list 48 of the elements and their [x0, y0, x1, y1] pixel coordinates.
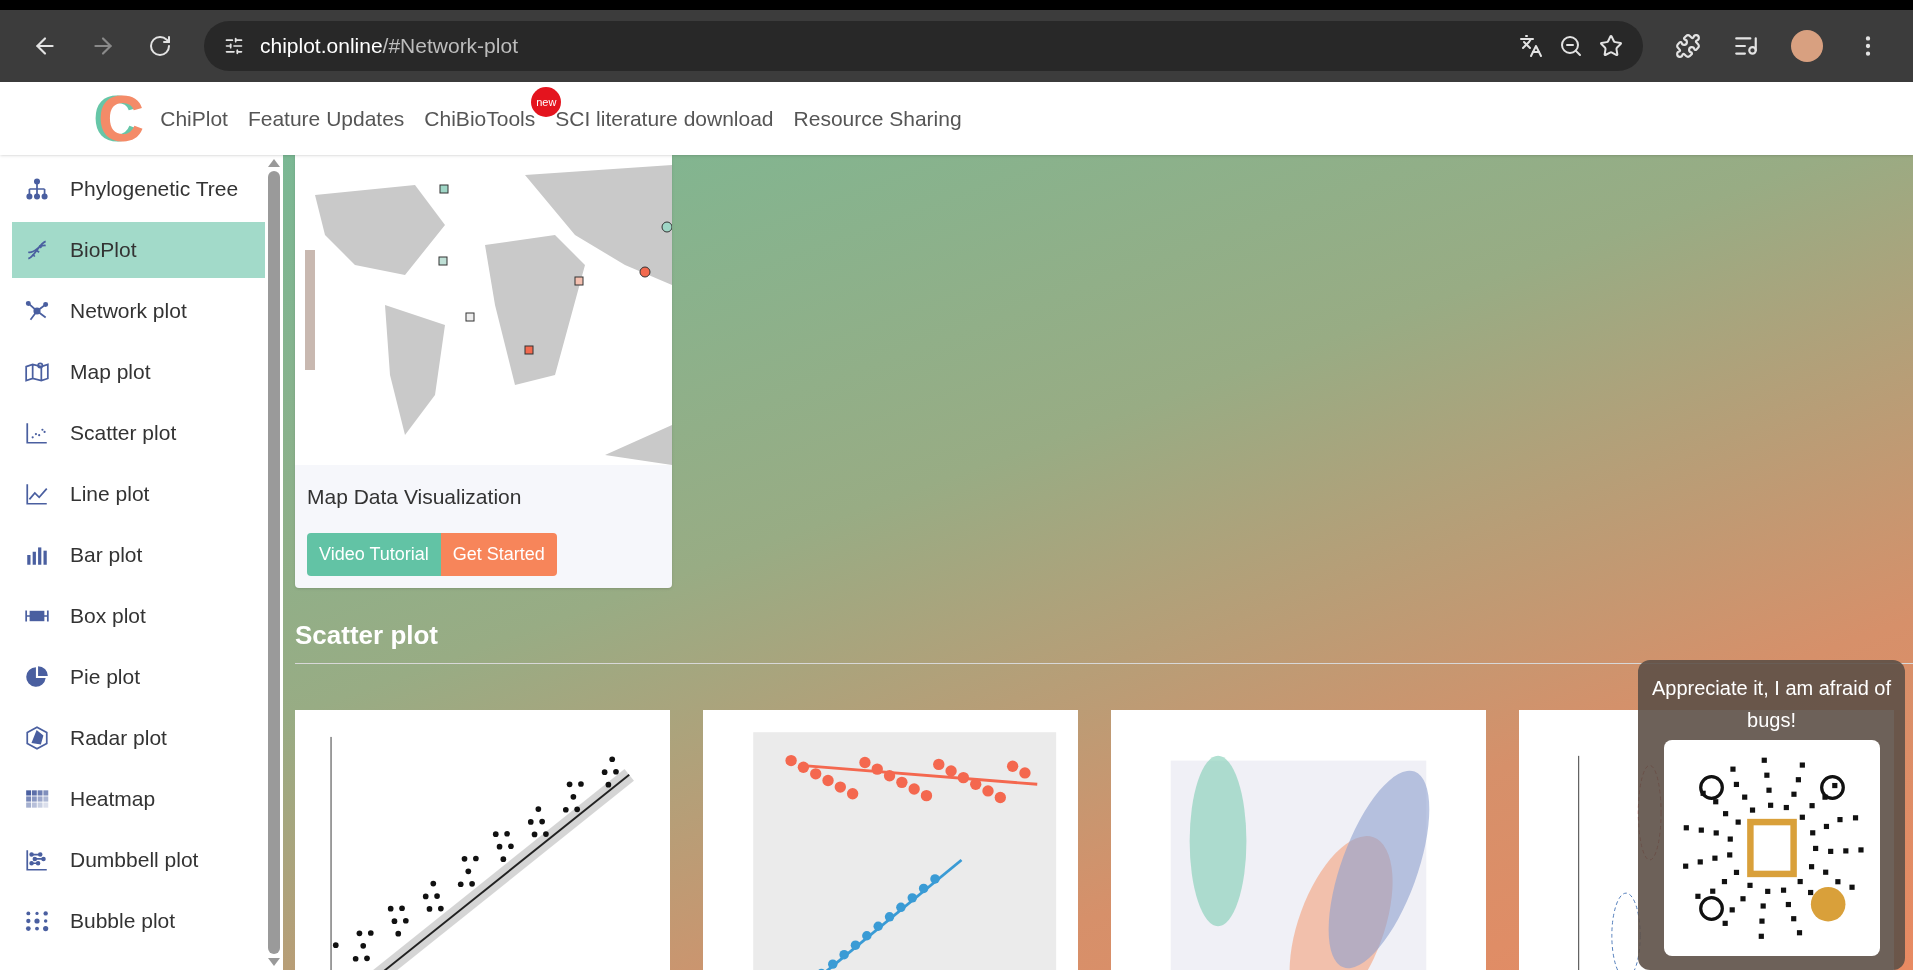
plot-card[interactable]	[295, 709, 670, 970]
dumbbell-icon	[24, 847, 50, 873]
avatar-icon[interactable]	[1791, 30, 1823, 62]
translate-icon[interactable]	[1519, 34, 1543, 58]
popup-message: Appreciate it, I am afraid of bugs!	[1651, 675, 1892, 733]
data-point	[862, 930, 872, 940]
sidebar-item[interactable]: Bar plot	[12, 527, 265, 583]
bubble-icon	[24, 908, 50, 934]
sidebar-item[interactable]: Line plot	[12, 466, 265, 522]
sidebar-item[interactable]: BioPlot	[12, 222, 265, 278]
nav-link[interactable]: ChiPlot	[160, 102, 228, 135]
scatter-icon	[24, 420, 50, 446]
zoom-out-icon[interactable]	[1559, 34, 1583, 58]
address-bar[interactable]: chiplot.online/#Network-plot	[204, 21, 1643, 71]
sidebar-item[interactable]: Heatmap	[12, 771, 265, 827]
data-point	[907, 892, 917, 903]
sidebar-item[interactable]: Phylogenetic Tree	[12, 161, 265, 217]
data-point	[839, 949, 849, 959]
sidebar-item[interactable]: Scatter plot	[12, 405, 265, 461]
data-point	[918, 883, 929, 893]
nav-link[interactable]: Resource Sharing	[793, 102, 962, 135]
data-point	[896, 902, 906, 912]
line-icon	[24, 481, 50, 507]
data-point	[884, 911, 895, 922]
reload-icon[interactable]	[148, 34, 172, 58]
star-icon[interactable]	[1599, 34, 1623, 58]
site-settings-icon[interactable]	[224, 36, 244, 56]
puzzle-icon[interactable]	[1675, 33, 1701, 59]
pie-icon	[24, 664, 50, 690]
sidebar-item[interactable]: Network plot	[12, 283, 265, 339]
scroll-down-icon[interactable]	[268, 958, 280, 966]
scroll-up-icon[interactable]	[268, 159, 280, 167]
radar-icon	[24, 725, 50, 751]
tree-icon	[24, 176, 50, 202]
sidebar-item[interactable]: Radar plot	[12, 710, 265, 766]
data-point	[930, 873, 940, 884]
nav-link[interactable]: Feature Updates	[247, 102, 405, 135]
sidebar-item[interactable]: Box plot	[12, 588, 265, 644]
plot-card[interactable]	[703, 709, 1078, 970]
sidebar-item[interactable]: Map plot	[12, 344, 265, 400]
data-point	[850, 939, 861, 950]
data-point	[873, 921, 883, 931]
map-icon	[24, 359, 50, 385]
card-title: Map Data Visualization	[306, 484, 523, 510]
sidebar-item[interactable]: Pie plot	[12, 649, 265, 705]
sidebar-item[interactable]: Bubble plot	[12, 893, 265, 949]
sidebar-item[interactable]: Dumbbell plot	[12, 832, 265, 888]
url-text: chiplot.online/#Network-plot	[260, 33, 518, 60]
